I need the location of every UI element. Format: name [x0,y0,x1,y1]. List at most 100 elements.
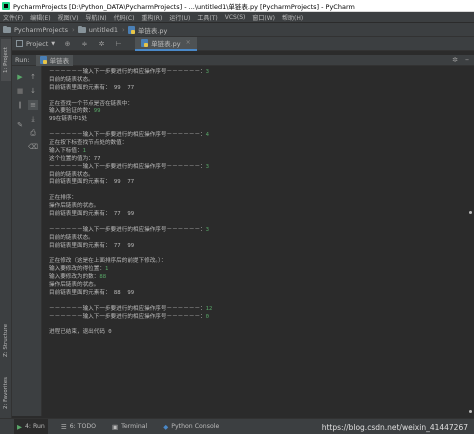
collapse-icon[interactable]: ≑ [80,39,89,48]
console-line-text: 目前的链表状态。 [49,171,94,178]
console-line: 目前链表里面的元素有： 77 99 [49,211,474,219]
breadcrumb: PycharmProjects › untitled1 › 单链表.py [0,23,474,37]
project-icon [16,40,23,47]
menu-view[interactable]: 视图(V) [58,13,79,22]
console-line: 目前链表里面的元素有： 99 77 [49,179,474,187]
pin-icon[interactable]: ✎ [15,120,25,130]
console-line-text: －－－－－－输入下一步要进行的相应操作序号－－－－－－： [49,305,206,312]
console-line-text: －－－－－－输入下一步要进行的相应操作序号－－－－－－： [49,226,206,233]
menu-help[interactable]: 帮助(H) [282,13,303,22]
console-user-input: 88 [99,274,107,281]
menu-tools[interactable]: 工具(T) [197,13,217,22]
tab-project[interactable]: 1: Project [1,39,11,81]
console-user-input: 3 [205,163,210,170]
console-line-text: －－－－－－输入下一步要进行的相应操作序号－－－－－－： [49,132,206,139]
window-title: PycharmProjects [D:\Python_DATA\PycharmP… [13,2,355,11]
tab-structure[interactable]: Z: Structure [1,317,11,365]
arrow-down-icon[interactable]: ↓ [28,86,38,96]
menu-vcs[interactable]: VCS(S) [225,14,246,21]
arrow-up-icon[interactable]: ↑ [28,72,38,82]
console-line-text: 正在查找一个节点是否在链表中： [49,100,133,107]
project-view-selector[interactable]: Project ▼ [12,37,59,51]
gear-icon[interactable]: ✲ [97,39,106,48]
stop-icon[interactable]: ■ [15,86,25,96]
locate-icon[interactable]: ⊕ [63,39,72,48]
console-user-input: 1 [82,147,86,154]
menu-run[interactable]: 运行(U) [169,13,190,22]
console-line-text: 输入要验证的数： [49,108,94,115]
breadcrumb-folder[interactable]: untitled1 [77,25,118,34]
console-user-input: 3 [205,69,210,75]
tab-todo[interactable]: ☰ 6: TODO [58,419,99,434]
console-line: 进程已结束，退出代码 0 [49,329,474,337]
run-config-tab[interactable]: 单链表 [35,54,74,66]
python-file-icon [39,56,47,64]
breadcrumb-file[interactable]: 单链表.py [127,25,167,35]
minimize-icon[interactable]: – [465,55,469,64]
console-user-input: 12 [205,305,213,312]
console-user-input: 0 [205,313,210,320]
run-console-output[interactable]: －－－－－－输入下一步要进行的相应操作序号－－－－－－：3 目前的链表状态。 目前链… [43,66,474,416]
console-line-text: 操作后链表的状态。 [49,282,100,289]
trash-icon[interactable]: ⌫ [28,142,38,152]
console-line-text: 目前链表里面的元素有： 99 77 [49,84,135,91]
menu-file[interactable]: 文件(F) [3,13,23,22]
console-line: 正在查找一个节点是否在链表中： [49,101,474,109]
console-line-text: 输入要修改为的数： [49,274,100,281]
breadcrumb-project[interactable]: PycharmProjects [3,25,68,34]
print-icon[interactable]: ⎙ [28,128,38,138]
console-line-text: 目前的链表状态。 [49,76,94,83]
left-tool-strip: 1: Project Z: Structure 2: Favorites [0,37,12,418]
python-icon: ◆ [163,422,169,431]
menu-navigate[interactable]: 导航(N) [85,13,106,22]
console-line-text: 目前链表里面的元素有： 77 99 [49,242,135,249]
chevron-down-icon: ▼ [51,40,56,47]
console-line-text: 操作后链表的状态。 [49,203,100,210]
menu-refactor[interactable]: 重构(R) [141,13,162,22]
tab-favorites-label: 2: Favorites [3,377,9,409]
close-icon[interactable]: × [186,39,191,46]
editor-tab[interactable]: 单链表.py × [135,36,197,51]
editor-tab-label: 单链表.py [151,39,181,48]
breadcrumb-label: PycharmProjects [14,25,68,34]
run-panel-header: Run: 单链表 ✲ – [12,54,474,66]
menu-window[interactable]: 窗口(W) [252,13,275,22]
console-line-text: 目前链表里面的元素有： 99 77 [49,179,135,186]
console-line: －－－－－－输入下一步要进行的相应操作序号－－－－－－：4 [49,132,474,140]
hide-icon[interactable]: ⊢ [114,39,123,48]
console-line-text: 目前链表里面的元素有： 77 99 [49,211,135,218]
tab-terminal[interactable]: ▣ Terminal [109,419,150,434]
gear-icon[interactable]: ✲ [452,56,458,64]
tab-run[interactable]: ▶ 4: Run [14,418,48,434]
console-line-text: 正在按下标查找节点处的数值： [49,140,128,147]
console-line-text: 正在排序： [49,195,77,202]
console-line: －－－－－－输入下一步要进行的相应操作序号－－－－－－：3 [49,164,474,172]
folder-icon [3,25,11,33]
tab-python-console[interactable]: ◆ Python Console [160,419,222,434]
run-toolbar: ▶ ↑ ■ ↓ ∥ ≡ ⤓ ✎ ⎙ ⌫ [12,66,42,416]
breadcrumb-label: untitled1 [88,25,118,34]
console-line-text: －－－－－－输入下一步要进行的相应操作序号－－－－－－： [49,313,206,320]
console-line: 输入下标值：1 [49,148,474,156]
soft-wrap-icon[interactable]: ≡ [28,100,38,110]
console-line: 正在排序： [49,195,474,203]
console-line: 99在链表中1处 [49,116,474,124]
menu-edit[interactable]: 编辑(E) [30,13,50,22]
python-file-icon [127,25,135,34]
tab-terminal-label: Terminal [121,423,148,430]
scroll-to-end-icon[interactable]: ⤓ [28,114,38,124]
console-line: 输入要验证的数：99 [49,108,474,116]
rerun-icon[interactable]: ▶ [15,72,25,82]
console-line: 目前的链表状态。 [49,77,474,85]
console-line-text: 正在修改（这是在上面排序后的前提下修改。）： [49,258,167,265]
run-label: Run: [15,56,30,64]
console-line: 目前链表里面的元素有： 88 99 [49,290,474,298]
menu-code[interactable]: 代码(C) [114,13,135,22]
console-line: －－－－－－输入下一步要进行的相应操作序号－－－－－－：3 [49,227,474,235]
pause-icon[interactable]: ∥ [15,100,25,110]
tab-project-label: 1: Project [3,47,9,73]
tab-favorites[interactable]: 2: Favorites [1,371,11,415]
